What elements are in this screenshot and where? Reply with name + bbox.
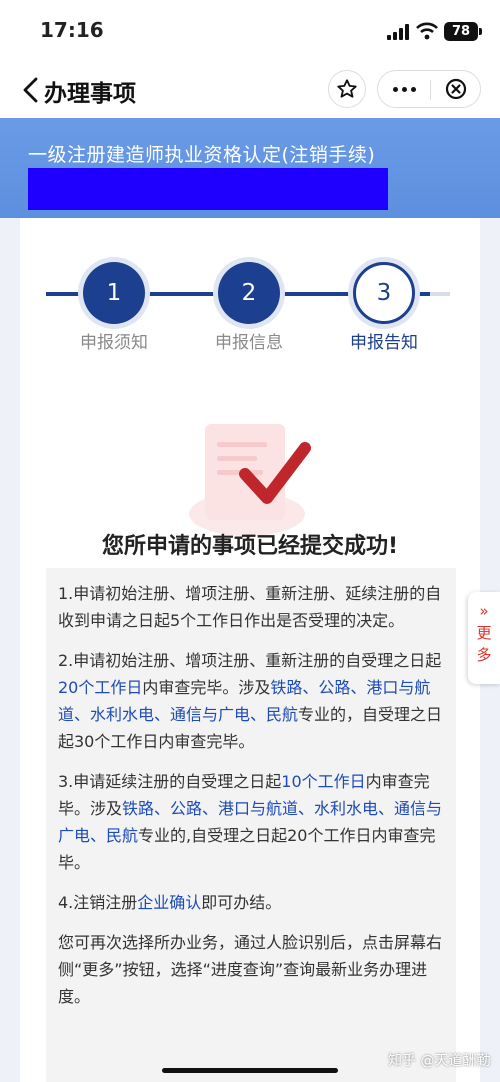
notice-item-5: 您可再次选择所办业务，通过人脸识别后，点击屏幕右侧“更多”按钮，选择“进度查询”… — [58, 933, 443, 1006]
side-more-label-1: 更 — [476, 624, 492, 642]
side-more-button[interactable]: » 更 多 — [468, 592, 500, 684]
progress-line-tail — [430, 292, 450, 296]
back-icon[interactable] — [20, 76, 42, 104]
signal-icon — [387, 24, 411, 40]
close-icon — [445, 78, 467, 100]
step-1-label: 申报须知 — [80, 333, 148, 353]
redacted-info — [28, 168, 388, 210]
content-card: 1 2 3 申报须知 申报信息 申报告知 您所申请的事项已经提交成功! 1.申请… — [20, 218, 480, 1082]
page-title: 办理事项 — [44, 81, 136, 107]
close-button[interactable] — [431, 71, 481, 107]
mini-program-capsule — [377, 70, 481, 108]
battery-icon: 78 — [444, 22, 482, 41]
notice-item-3: 3.申请延续注册的自受理之日起10个工作日内审查完毕。涉及铁路、公路、港口与航道… — [58, 772, 443, 872]
star-icon — [337, 79, 357, 98]
double-chevron-icon: » — [479, 602, 489, 620]
notice-item-4: 4.注销注册企业确认即可办结。 — [58, 893, 282, 912]
side-more-label-2: 多 — [476, 646, 492, 664]
step-3-circle: 3 — [353, 262, 415, 324]
step-2-label: 申报信息 — [215, 333, 283, 353]
favorite-button[interactable] — [328, 70, 366, 108]
success-check-icon — [189, 424, 311, 536]
notice-item-1: 1.申请初始注册、增项注册、重新注册、延续注册的自收到申请之日起5个工作日作出是… — [58, 584, 442, 630]
nav-bar: 办理事项 — [0, 62, 500, 118]
step-3-label: 申报告知 — [350, 333, 418, 353]
step-1-circle: 1 — [83, 262, 145, 324]
item-banner: 一级注册建造师执业资格认定(注销手续) — [0, 118, 500, 218]
wifi-icon — [416, 22, 438, 40]
status-bar: 17:16 78 — [0, 0, 500, 62]
success-message: 您所申请的事项已经提交成功! — [101, 534, 399, 559]
notice-item-2: 2.申请初始注册、增项注册、重新注册的自受理之日起20个工作日内审查完毕。涉及铁… — [58, 651, 443, 751]
item-title: 一级注册建造师执业资格认定(注销手续) — [28, 144, 376, 166]
notice-box: 1.申请初始注册、增项注册、重新注册、延续注册的自收到申请之日起5个工作日作出是… — [46, 568, 456, 1082]
home-indicator[interactable] — [162, 1068, 338, 1073]
step-2-circle: 2 — [218, 262, 280, 324]
watermark: 知乎 @天道酬勤 — [388, 1053, 491, 1069]
status-time: 17:16 — [40, 18, 104, 42]
more-options-button[interactable] — [378, 71, 430, 107]
